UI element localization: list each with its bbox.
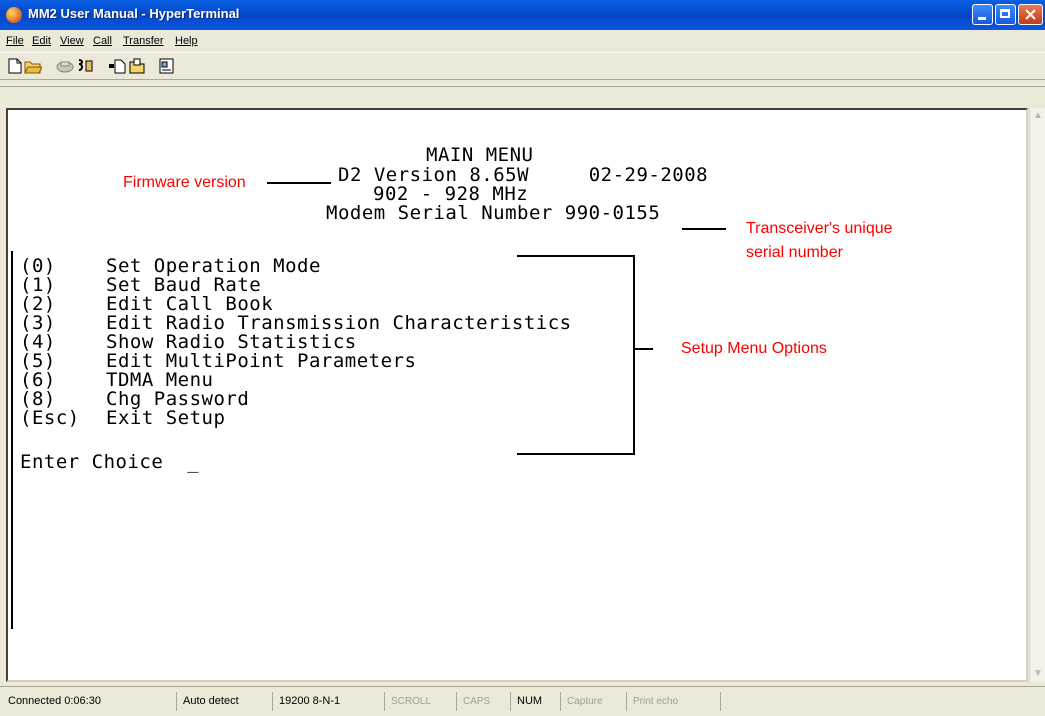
connection-timer: Connected 0:06:30 [8,695,101,707]
minimize-button[interactable] [972,4,993,25]
menu-transfer[interactable]: Transfer [123,35,164,47]
scroll-down-icon[interactable]: ▼ [1032,668,1044,680]
serial-annotation-line1: Transceiver's unique [746,220,893,237]
bracket-bottom-line [517,453,635,455]
scroll-up-icon[interactable]: ▲ [1032,110,1044,122]
menu-title: MAIN MENU [426,144,534,166]
status-spacer [720,692,1040,711]
baud-status: 19200 8-N-1 [272,692,380,711]
caps-lock-status: CAPS [456,692,506,711]
title-bar[interactable]: MM2 User Manual - HyperTerminal [0,0,1045,30]
properties-icon[interactable] [158,58,176,74]
open-icon[interactable] [24,58,42,74]
status-bar: Connected 0:06:30 Auto detect 19200 8-N-… [0,686,1045,716]
window-title: MM2 User Manual - HyperTerminal [28,6,240,21]
hyperterminal-window: MM2 User Manual - HyperTerminal File Edi… [0,0,1045,716]
close-button[interactable] [1018,4,1043,25]
toolbar [0,52,1045,80]
disconnect-icon[interactable] [56,58,74,74]
terminal-left-border [11,251,13,629]
menu-call[interactable]: Call [93,35,112,47]
auto-detect-status: Auto detect [176,692,268,711]
receive-icon[interactable] [128,58,146,74]
phone-icon[interactable] [76,58,94,74]
menu-edit[interactable]: Edit [32,35,51,47]
serial-pointer-line [682,228,726,230]
enter-choice-prompt: Enter Choice _ [20,451,200,473]
terminal-area[interactable]: MAIN MENU D2 Version 8.65W 02-29-2008 90… [6,108,1028,682]
maximize-button[interactable] [995,4,1016,25]
scroll-lock-status: SCROLL [384,692,452,711]
hyperterminal-app-icon [6,7,22,23]
option-key: (Esc) [20,407,80,429]
new-connection-icon[interactable] [6,58,24,74]
serial-annotation-line2: serial number [746,244,843,261]
menu-bar: File Edit View Call Transfer Help [0,32,1045,52]
menu-file[interactable]: File [6,35,24,47]
bracket-pointer-line [635,348,653,350]
firmware-version-annotation: Firmware version [123,174,246,191]
setup-menu-annotation: Setup Menu Options [681,340,827,357]
option-label: Exit Setup [106,407,226,429]
firmware-pointer-line [267,182,331,184]
bracket-top-line [517,255,634,257]
menu-help[interactable]: Help [175,35,198,47]
send-icon[interactable] [108,58,126,74]
serial-number-line: Modem Serial Number 990-0155 [326,202,661,224]
bracket-vertical-line [633,255,635,455]
close-icon [1025,9,1036,20]
print-echo-status: Print echo [626,692,716,711]
menu-view[interactable]: View [60,35,84,47]
vertical-scrollbar[interactable]: ▲ ▼ [1029,108,1045,682]
capture-status: Capture [560,692,622,711]
toolbar-separator [0,86,1045,87]
num-lock-status: NUM [510,692,556,711]
